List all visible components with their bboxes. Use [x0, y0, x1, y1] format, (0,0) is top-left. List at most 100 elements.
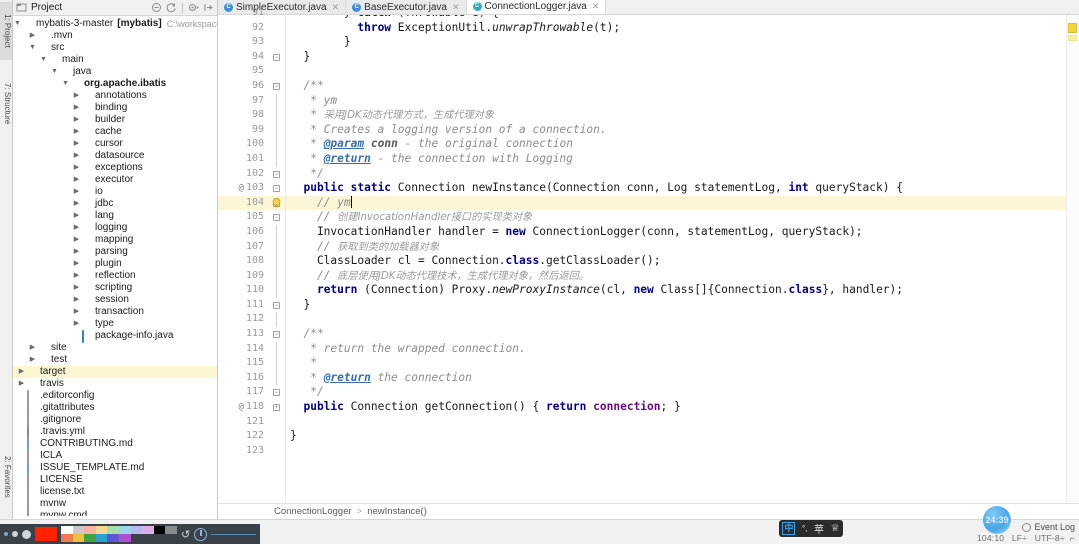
- tool-tab-structure[interactable]: 7: Structure: [0, 68, 12, 140]
- tree-node-toggle[interactable]: ▶: [17, 378, 26, 390]
- line-number-gutter[interactable]: 919293949596979899100101102@103104105106…: [218, 15, 270, 503]
- editor-tab-baseexecutor[interactable]: CBaseExecutor.java✕: [346, 0, 466, 14]
- tree-node-transaction[interactable]: ▶transaction: [13, 306, 217, 318]
- fold-collapse-icon[interactable]: −: [273, 302, 280, 309]
- code-viewport[interactable]: 919293949596979899100101102@103104105106…: [218, 15, 1079, 503]
- line-separator[interactable]: LF÷: [1012, 533, 1027, 543]
- tree-node-binding[interactable]: ▶binding: [13, 102, 217, 114]
- ime-toolbox-icon[interactable]: ♕: [831, 523, 840, 534]
- fold-collapse-icon[interactable]: −: [273, 214, 280, 221]
- code-line-100[interactable]: * @param conn - the original connection: [286, 137, 1079, 152]
- line-number-102[interactable]: 102: [218, 167, 270, 182]
- collapse-all-icon[interactable]: [151, 2, 162, 13]
- fold-row-94[interactable]: −: [270, 50, 285, 65]
- tree-node-toggle[interactable]: ·: [17, 390, 26, 402]
- fold-row-99[interactable]: [270, 123, 285, 138]
- tree-node-issue-template-md[interactable]: ·ISSUE_TEMPLATE.md: [13, 462, 217, 474]
- refresh-icon[interactable]: [166, 2, 177, 13]
- tree-node-main[interactable]: ▼main: [13, 54, 217, 66]
- line-number-107[interactable]: 107: [218, 240, 270, 255]
- line-number-103[interactable]: @103: [218, 181, 270, 196]
- current-color-swatch[interactable]: [35, 527, 57, 541]
- close-icon[interactable]: ✕: [452, 2, 460, 13]
- fold-row-111[interactable]: −: [270, 298, 285, 313]
- ime-keyboard-icon[interactable]: 苹: [814, 521, 824, 536]
- tree-node-toggle[interactable]: ·: [17, 486, 26, 498]
- fold-row-105[interactable]: −: [270, 210, 285, 225]
- tree-node-toggle[interactable]: ▶: [72, 210, 81, 222]
- code-line-122[interactable]: }: [286, 429, 1079, 444]
- tree-node-toggle[interactable]: ▶: [72, 306, 81, 318]
- color-swatch[interactable]: [84, 534, 96, 542]
- editor-tab-connectionlogger[interactable]: CConnectionLogger.java✕: [467, 0, 607, 14]
- tree-node-toggle[interactable]: ▼: [28, 42, 37, 54]
- line-number-121[interactable]: 121: [218, 415, 270, 430]
- tree-node-jdbc[interactable]: ▶jdbc: [13, 198, 217, 210]
- color-swatch[interactable]: [165, 526, 177, 534]
- tree-node-session[interactable]: ▶session: [13, 294, 217, 306]
- tree-node-lang[interactable]: ▶lang: [13, 210, 217, 222]
- fold-collapse-icon[interactable]: −: [273, 54, 280, 61]
- fold-row-106[interactable]: [270, 225, 285, 240]
- line-number-123[interactable]: 123: [218, 444, 270, 459]
- code-line-107[interactable]: // 获取到类的加载器对象: [286, 240, 1079, 255]
- tree-node-site[interactable]: ▶site: [13, 342, 217, 354]
- tree-node-toggle[interactable]: ·: [17, 510, 26, 516]
- tree-node-toggle[interactable]: ▶: [72, 150, 81, 162]
- tree-node-toggle[interactable]: ▶: [72, 126, 81, 138]
- tree-node-toggle[interactable]: ▶: [72, 234, 81, 246]
- color-swatch[interactable]: [119, 526, 131, 534]
- color-swatch[interactable]: [84, 526, 96, 534]
- line-number-100[interactable]: 100: [218, 137, 270, 152]
- fold-row-102[interactable]: −: [270, 167, 285, 182]
- tree-node-logging[interactable]: ▶logging: [13, 222, 217, 234]
- tree-node-toggle[interactable]: ▶: [72, 90, 81, 102]
- color-swatch[interactable]: [142, 526, 154, 534]
- tree-node-mvnw-cmd[interactable]: ·mvnw.cmd: [13, 510, 217, 516]
- tree-node-toggle[interactable]: ▶: [72, 294, 81, 306]
- fold-row-103[interactable]: −: [270, 181, 285, 196]
- line-number-116[interactable]: 116: [218, 371, 270, 386]
- fold-row-123[interactable]: [270, 444, 285, 459]
- tree-node-mvnw[interactable]: ·mvnw: [13, 498, 217, 510]
- line-number-109[interactable]: 109: [218, 269, 270, 284]
- line-number-106[interactable]: 106: [218, 225, 270, 240]
- tree-node-io[interactable]: ▶io: [13, 186, 217, 198]
- line-number-108[interactable]: 108: [218, 254, 270, 269]
- tree-node-toggle[interactable]: ·: [17, 450, 26, 462]
- fold-row-115[interactable]: [270, 356, 285, 371]
- fold-row-112[interactable]: [270, 312, 285, 327]
- tree-node-license-txt[interactable]: ·license.txt: [13, 486, 217, 498]
- tree-node-toggle[interactable]: ▶: [72, 162, 81, 174]
- fold-row-100[interactable]: [270, 137, 285, 152]
- tree-node-license[interactable]: ·LICENSE: [13, 474, 217, 486]
- line-number-105[interactable]: 105: [218, 210, 270, 225]
- line-number-118[interactable]: @118: [218, 400, 270, 415]
- tree-node-toggle[interactable]: ▶: [28, 30, 37, 42]
- marker-highlight[interactable]: [1068, 35, 1077, 41]
- line-number-101[interactable]: 101: [218, 152, 270, 167]
- code-line-97[interactable]: * ym: [286, 94, 1079, 109]
- breadcrumb-class[interactable]: ConnectionLogger: [274, 506, 352, 517]
- color-swatch-grid[interactable]: [61, 526, 177, 542]
- tree-node-icla[interactable]: ·ICLA: [13, 450, 217, 462]
- code-line-109[interactable]: // 底层使用JDK动态代理技术，生成代理对象，然后返回。: [286, 269, 1079, 284]
- fold-row-107[interactable]: [270, 240, 285, 255]
- tree-node-mybatis-3-master[interactable]: ▼mybatis-3-master[mybatis]C:\workspace\f…: [13, 18, 217, 30]
- tree-node-toggle[interactable]: ▶: [72, 174, 81, 186]
- fold-row-121[interactable]: [270, 415, 285, 430]
- tree-node-travis-yml[interactable]: ·.travis.yml: [13, 426, 217, 438]
- tree-node-toggle[interactable]: ▶: [72, 270, 81, 282]
- tree-node-cache[interactable]: ▶cache: [13, 126, 217, 138]
- tree-node-toggle[interactable]: ·: [17, 414, 26, 426]
- fold-row-97[interactable]: [270, 94, 285, 109]
- project-tree[interactable]: ▼mybatis-3-master[mybatis]C:\workspace\f…: [13, 16, 217, 516]
- tree-node-toggle[interactable]: ·: [17, 402, 26, 414]
- color-swatch[interactable]: [131, 526, 143, 534]
- tree-node-toggle[interactable]: ▶: [72, 186, 81, 198]
- line-number-104[interactable]: 104: [218, 196, 270, 211]
- tree-node-package-info-java[interactable]: ·package-info.java: [13, 330, 217, 342]
- tree-node-toggle[interactable]: ▶: [72, 318, 81, 330]
- tree-node-toggle[interactable]: ▶: [28, 342, 37, 354]
- ime-indicator[interactable]: 中 °, 苹 ♕: [779, 520, 843, 537]
